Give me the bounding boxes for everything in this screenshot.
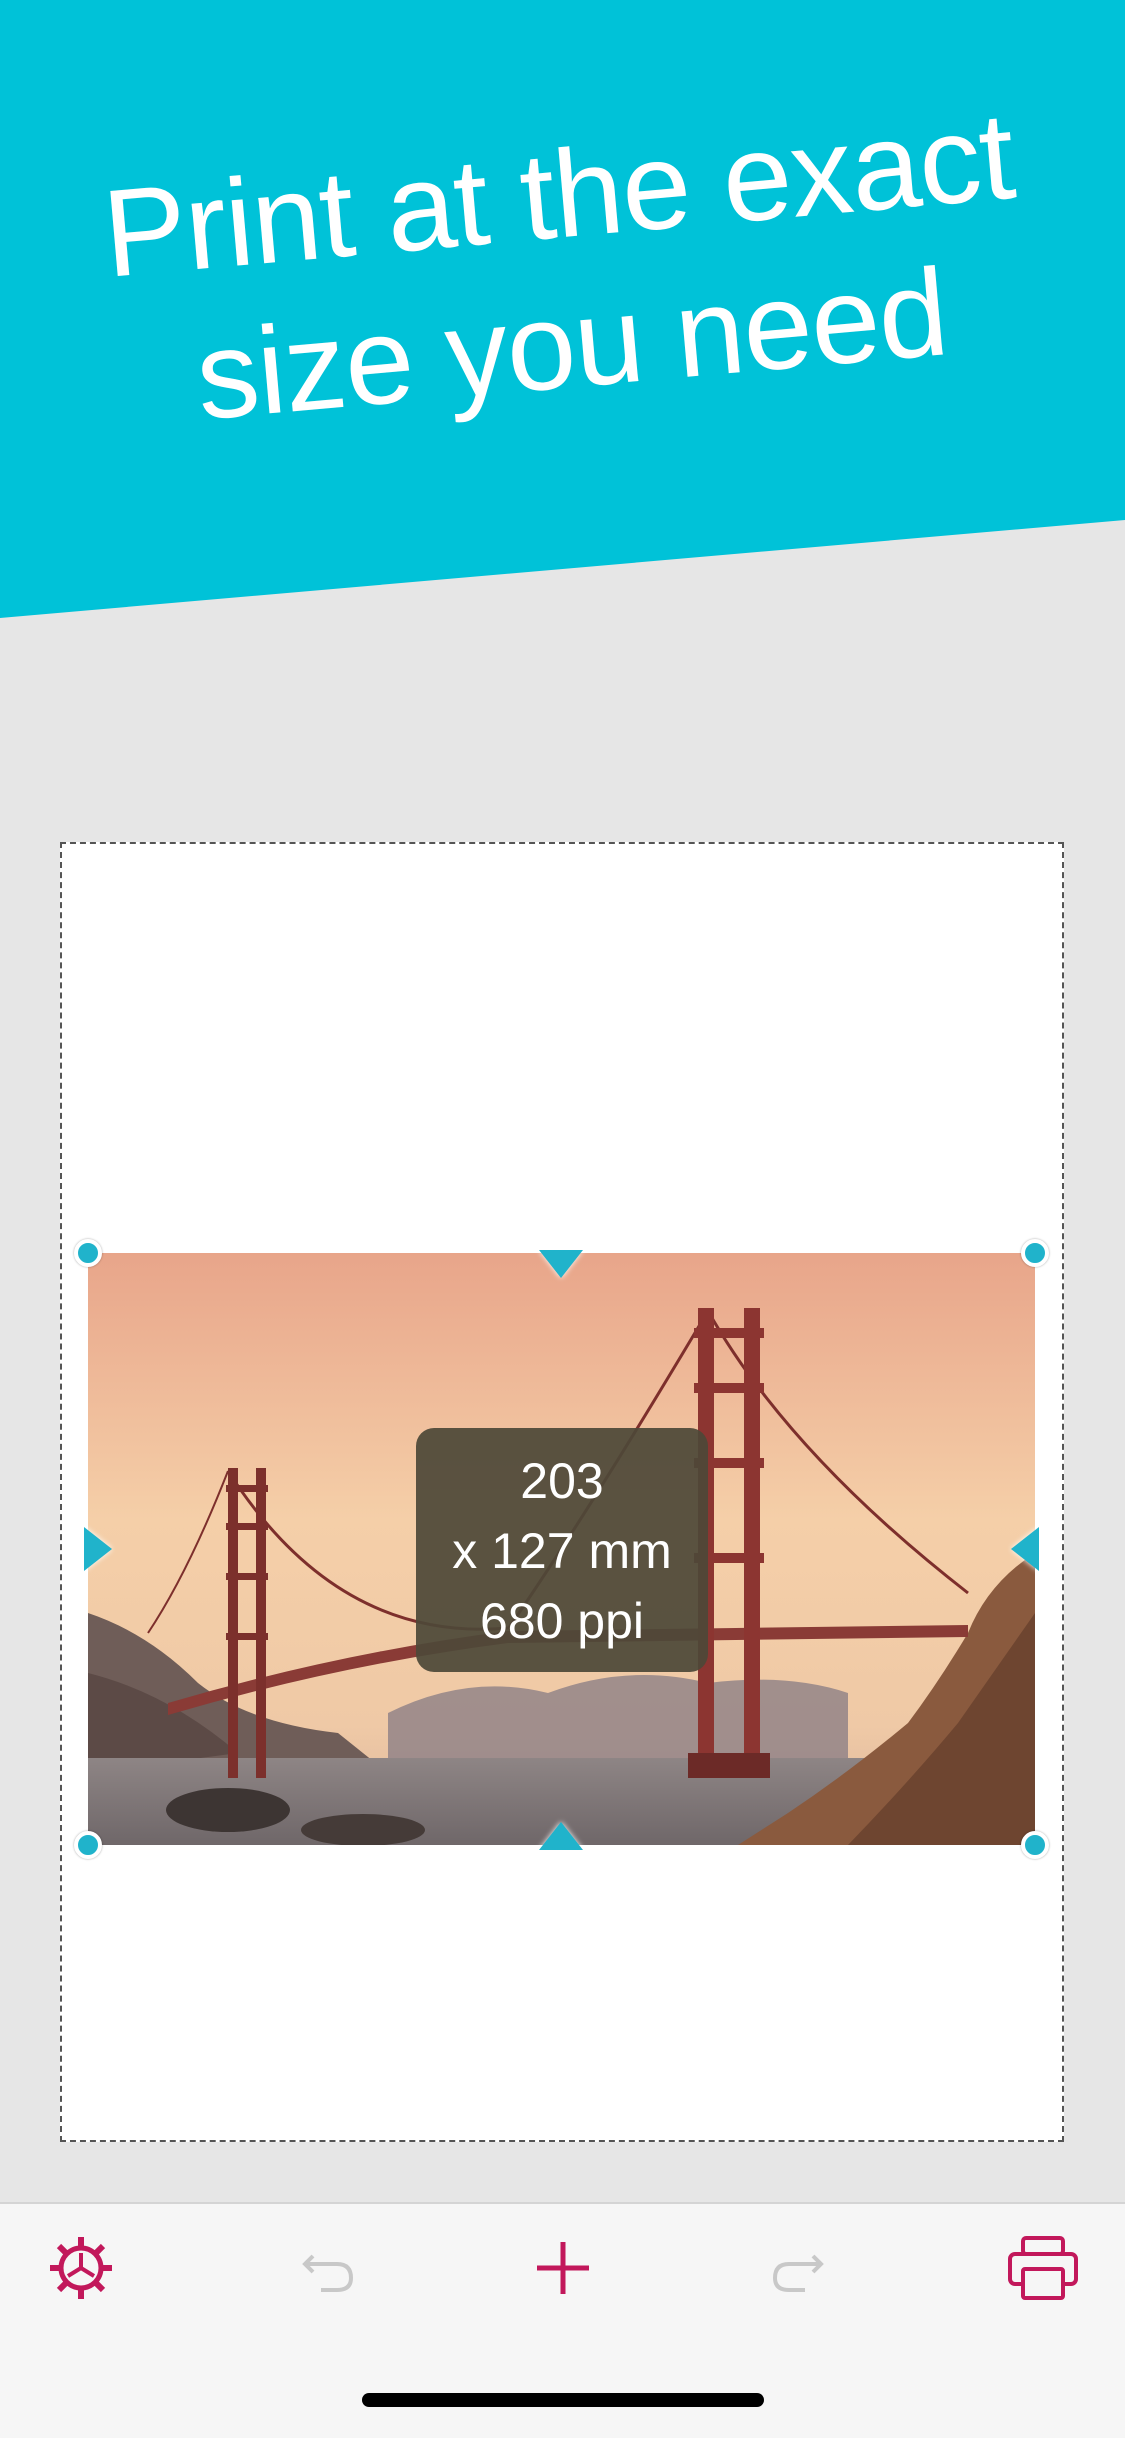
undo-button[interactable] <box>284 2228 374 2308</box>
plus-icon <box>537 2242 589 2294</box>
settings-button[interactable] <box>36 2228 126 2308</box>
add-button[interactable] <box>518 2228 608 2308</box>
redo-icon <box>772 2254 824 2292</box>
resize-handle-left[interactable] <box>84 1527 112 1571</box>
resize-handle-top[interactable] <box>539 1250 583 1278</box>
size-width: 203 <box>520 1453 604 1509</box>
size-resolution: 680 ppi <box>479 1593 645 1649</box>
home-indicator <box>362 2393 764 2407</box>
print-button[interactable] <box>998 2228 1088 2308</box>
printer-icon <box>1008 2236 1078 2300</box>
resize-handle-right[interactable] <box>1011 1527 1039 1571</box>
resize-handle-top-left[interactable] <box>74 1239 102 1267</box>
redo-button[interactable] <box>752 2228 842 2308</box>
size-info-overlay: 203 x 127 mm 680 ppi <box>416 1428 708 1672</box>
resize-handle-bottom[interactable] <box>539 1822 583 1850</box>
resize-handle-top-right[interactable] <box>1021 1239 1049 1267</box>
resize-handle-bottom-left[interactable] <box>74 1831 102 1859</box>
undo-icon <box>302 2254 354 2292</box>
resize-handle-bottom-right[interactable] <box>1021 1831 1049 1859</box>
size-height: x 127 mm <box>452 1523 672 1579</box>
gear-icon <box>50 2237 112 2299</box>
